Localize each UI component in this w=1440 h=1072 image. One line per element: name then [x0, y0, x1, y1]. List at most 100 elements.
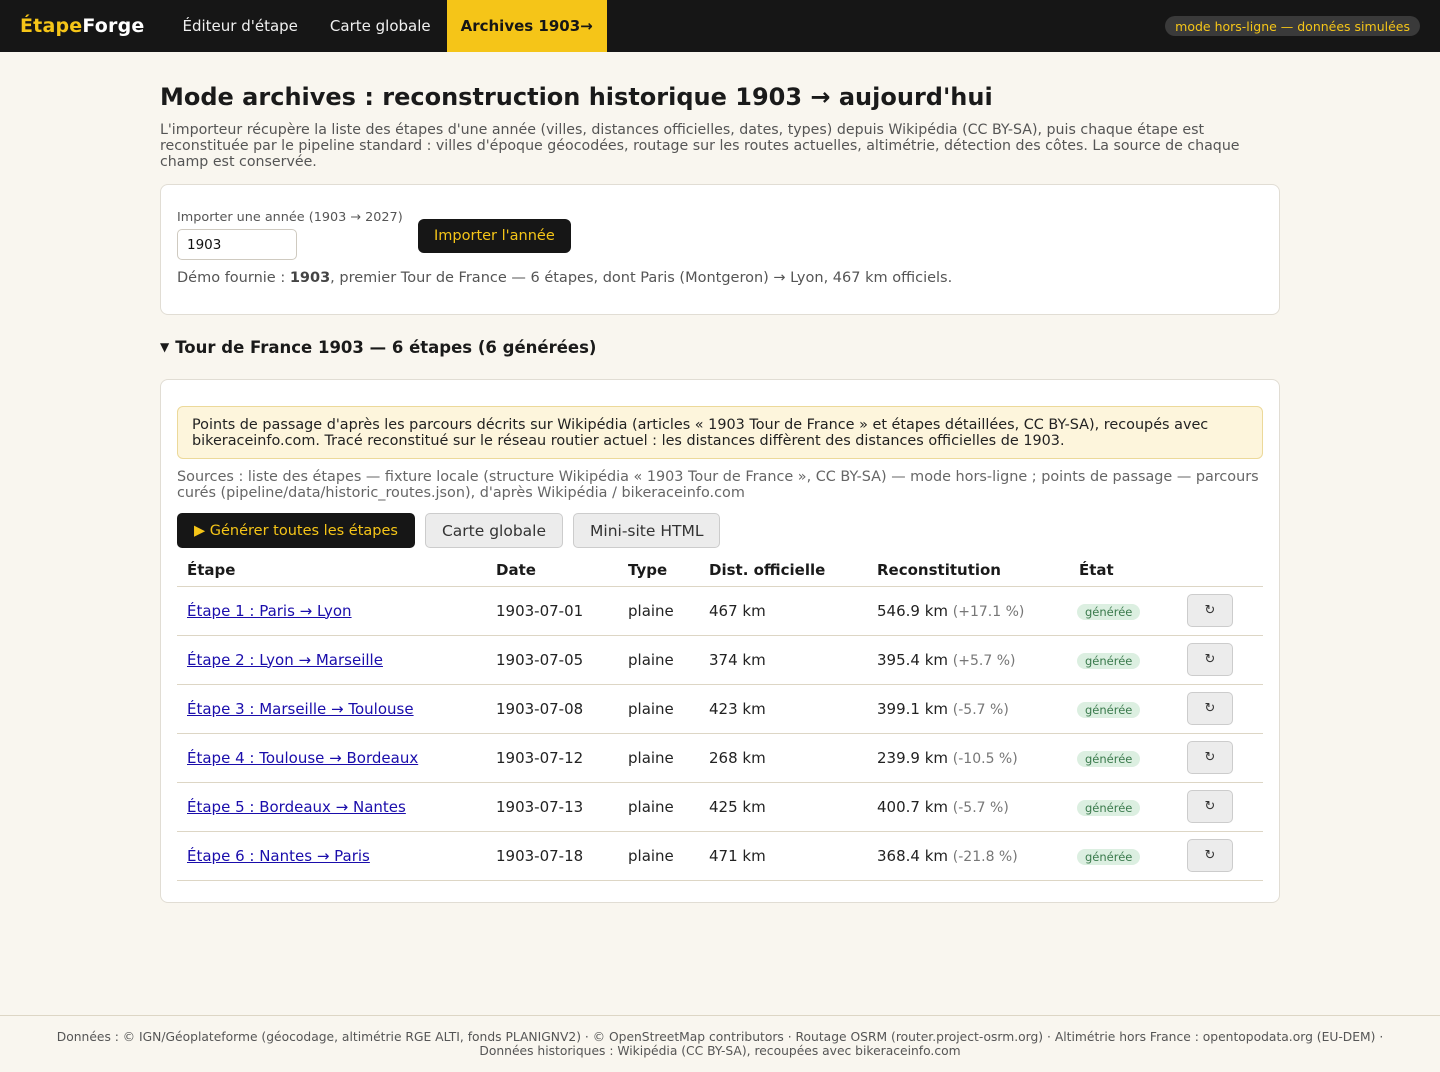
stage-state: générée — [1069, 782, 1177, 832]
column-header-reconstruction: Reconstitution — [867, 561, 1069, 587]
status-badge: générée — [1077, 603, 1141, 620]
stage-official-distance: 374 km — [699, 635, 867, 685]
brand-logo-part2: Forge — [82, 15, 145, 37]
import-year-input[interactable] — [177, 229, 297, 260]
stage-type: plaine — [618, 782, 699, 832]
stage-reconstruction: 395.4 km (+5.7 %) — [867, 635, 1069, 685]
global-map-button[interactable]: Carte globale — [424, 513, 564, 548]
column-header-type: Type — [618, 561, 699, 587]
regenerate-stage-button[interactable]: ↻ — [1187, 692, 1233, 725]
brand-logo-part1: Étape — [20, 15, 83, 37]
import-year-label: Importer une année (1903 → 2027) — [177, 210, 403, 225]
footer-attribution: Données : © IGN/Géoplateforme (géocodage… — [0, 1015, 1440, 1072]
page-intro: L'importeur récupère la liste des étapes… — [160, 122, 1240, 170]
nav-stage-editor[interactable]: Éditeur d'étape — [167, 0, 314, 52]
regenerate-stage-button[interactable]: ↻ — [1187, 741, 1233, 774]
stage-type: plaine — [618, 733, 699, 783]
stage-official-distance: 467 km — [699, 586, 867, 636]
tour-details-card: Points de passage d'après les parcours d… — [160, 379, 1280, 903]
stage-state: générée — [1069, 831, 1177, 881]
column-header-date: Date — [486, 561, 618, 587]
sources-text: Sources : liste des étapes — fixture loc… — [177, 469, 1259, 501]
stages-table-header: Étape Date Type Dist. officielle Reconst… — [177, 561, 1263, 587]
status-badge: générée — [1077, 701, 1141, 718]
stage-link[interactable]: Étape 6 : Nantes → Paris — [187, 847, 370, 865]
reconstruction-distance: 368.4 km — [877, 846, 949, 865]
stage-state: générée — [1069, 684, 1177, 734]
stage-type: plaine — [618, 635, 699, 685]
stage-date: 1903-07-05 — [486, 635, 618, 685]
stage-date: 1903-07-18 — [486, 831, 618, 881]
refresh-icon: ↻ — [1204, 701, 1216, 716]
stage-type: plaine — [618, 586, 699, 636]
reconstruction-distance: 546.9 km — [877, 601, 949, 620]
generate-all-stages-button[interactable]: ▶ Générer toutes les étapes — [177, 513, 415, 548]
stages-table: Étape Date Type Dist. officielle Reconst… — [177, 561, 1263, 881]
brand-logo[interactable]: Étape Forge — [20, 0, 145, 52]
stage-reconstruction: 400.7 km (-5.7 %) — [867, 782, 1069, 832]
stage-official-distance: 268 km — [699, 733, 867, 783]
stage-date: 1903-07-12 — [486, 733, 618, 783]
reconstruction-delta: (-10.5 %) — [952, 750, 1018, 767]
reconstruction-delta: (-5.7 %) — [952, 799, 1009, 816]
stage-reconstruction: 546.9 km (+17.1 %) — [867, 586, 1069, 636]
reconstruction-delta: (-5.7 %) — [952, 701, 1009, 718]
triangle-down-icon: ▼ — [160, 340, 170, 354]
reconstruction-distance: 395.4 km — [877, 650, 949, 669]
regenerate-stage-button[interactable]: ↻ — [1187, 839, 1233, 872]
top-navigation-bar: Étape Forge Éditeur d'étape Carte globale… — [0, 0, 1440, 52]
refresh-icon: ↻ — [1204, 652, 1216, 667]
table-row: Étape 5 : Bordeaux → Nantes 1903-07-13 p… — [177, 782, 1263, 832]
main-content: Mode archives : reconstruction historiqu… — [160, 52, 1280, 903]
regenerate-stage-button[interactable]: ↻ — [1187, 790, 1233, 823]
refresh-icon: ↻ — [1204, 848, 1216, 863]
stage-state: générée — [1069, 635, 1177, 685]
reconstruction-delta: (+17.1 %) — [952, 603, 1025, 620]
stage-state: générée — [1069, 586, 1177, 636]
table-row: Étape 3 : Marseille → Toulouse 1903-07-0… — [177, 684, 1263, 734]
reconstruction-distance: 239.9 km — [877, 748, 949, 767]
tour-summary-label: Tour de France 1903 — 6 étapes (6 généré… — [175, 337, 597, 357]
stage-state: générée — [1069, 733, 1177, 783]
reconstruction-delta: (+5.7 %) — [952, 652, 1016, 669]
import-year-card: Importer une année (1903 → 2027) Importe… — [160, 184, 1280, 315]
column-header-state: État — [1069, 561, 1177, 587]
table-row: Étape 1 : Paris → Lyon 1903-07-01 plaine… — [177, 586, 1263, 636]
stage-link[interactable]: Étape 3 : Marseille → Toulouse — [187, 700, 414, 718]
column-header-stage: Étape — [177, 561, 486, 587]
regenerate-stage-button[interactable]: ↻ — [1187, 594, 1233, 627]
stage-link[interactable]: Étape 5 : Bordeaux → Nantes — [187, 798, 406, 816]
stage-date: 1903-07-01 — [486, 586, 618, 636]
refresh-icon: ↻ — [1204, 799, 1216, 814]
stage-link[interactable]: Étape 2 : Lyon → Marseille — [187, 651, 383, 669]
column-header-actions — [1177, 561, 1263, 587]
table-row: Étape 6 : Nantes → Paris 1903-07-18 plai… — [177, 831, 1263, 881]
refresh-icon: ↻ — [1204, 603, 1216, 618]
mini-site-button[interactable]: Mini-site HTML — [573, 513, 721, 548]
routes-notice: Points de passage d'après les parcours d… — [177, 406, 1263, 459]
stage-official-distance: 423 km — [699, 684, 867, 734]
regenerate-stage-button[interactable]: ↻ — [1187, 643, 1233, 676]
stage-reconstruction: 399.1 km (-5.7 %) — [867, 684, 1069, 734]
reconstruction-distance: 399.1 km — [877, 699, 949, 718]
stage-date: 1903-07-13 — [486, 782, 618, 832]
status-badge: générée — [1077, 652, 1141, 669]
stage-link[interactable]: Étape 4 : Toulouse → Bordeaux — [187, 749, 418, 767]
reconstruction-delta: (-21.8 %) — [952, 848, 1018, 865]
stage-link[interactable]: Étape 1 : Paris → Lyon — [187, 602, 352, 620]
stage-reconstruction: 239.9 km (-10.5 %) — [867, 733, 1069, 783]
offline-mode-badge: mode hors-ligne — données simulées — [1165, 16, 1420, 36]
demo-suffix: , premier Tour de France — 6 étapes, don… — [330, 270, 953, 286]
stage-type: plaine — [618, 831, 699, 881]
reconstruction-distance: 400.7 km — [877, 797, 949, 816]
nav-archives[interactable]: Archives 1903→ — [446, 0, 607, 52]
tour-summary-toggle[interactable]: ▼ Tour de France 1903 — 6 étapes (6 géné… — [160, 337, 1280, 357]
stage-official-distance: 425 km — [699, 782, 867, 832]
demo-description: Démo fournie : 1903, premier Tour de Fra… — [177, 270, 1263, 286]
stage-date: 1903-07-08 — [486, 684, 618, 734]
import-year-button[interactable]: Importer l'année — [418, 219, 571, 253]
stage-official-distance: 471 km — [699, 831, 867, 881]
table-row: Étape 4 : Toulouse → Bordeaux 1903-07-12… — [177, 733, 1263, 783]
nav-global-map[interactable]: Carte globale — [314, 0, 447, 52]
refresh-icon: ↻ — [1204, 750, 1216, 765]
